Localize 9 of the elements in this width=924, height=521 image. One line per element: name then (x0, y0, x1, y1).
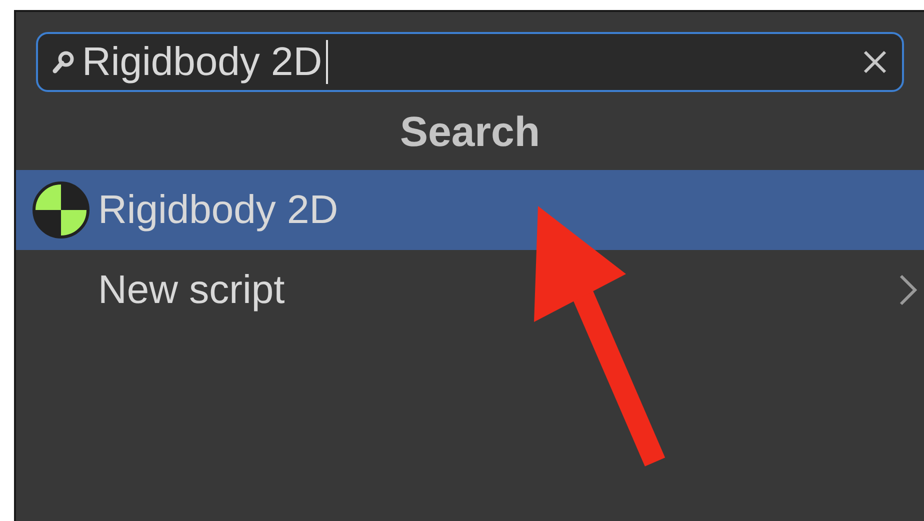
menu-item[interactable]: Rigidbody 2D (16, 170, 924, 250)
close-icon[interactable] (862, 49, 888, 75)
search-field[interactable]: Rigidbody 2D (36, 32, 904, 92)
item-label: New script (98, 267, 286, 314)
section-header: Search (398, 106, 542, 156)
item-label: Rigidbody 2D (98, 187, 340, 234)
rigidbody-icon (30, 179, 92, 241)
menu-item[interactable]: New script (16, 250, 924, 330)
chevron-icon (898, 273, 918, 307)
